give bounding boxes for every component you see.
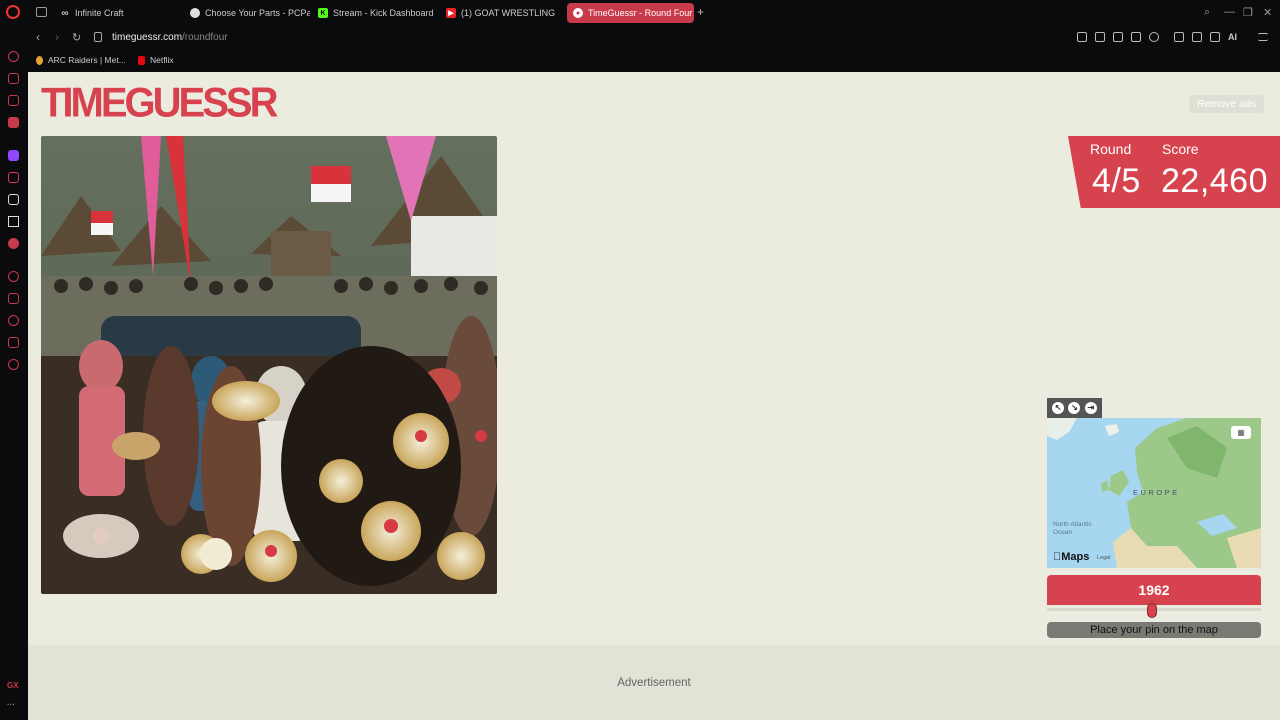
reload-icon[interactable]: ↻ (72, 31, 81, 44)
tab-label: Infinite Craft (75, 8, 124, 18)
bookmark-icon[interactable] (1095, 32, 1105, 42)
x-icon[interactable] (8, 216, 19, 227)
year-display: 1962 (1047, 575, 1261, 605)
timeguessr-page: TIMEGUESSR Remove ads Round 4/5 Score 22… (28, 72, 1280, 720)
address-bar: ‹ › ↻ timeguessr.com/roundfour AI (28, 26, 1280, 50)
wallet-icon[interactable] (1192, 32, 1202, 42)
advertisement-bar: Advertisement (28, 645, 1280, 720)
extensions-icon[interactable] (1174, 32, 1184, 42)
timeguessr-icon: ● (573, 8, 583, 18)
map-controls: ↖ ↘ ⇥ (1047, 398, 1102, 418)
advertisement-label: Advertisement (617, 676, 691, 689)
history-icon[interactable] (8, 315, 19, 326)
tab-label: TimeGuessr - Round Four (588, 8, 693, 18)
map-ocean-label: North Atlantic Ocean (1053, 521, 1092, 536)
menu-icon[interactable] (1258, 33, 1268, 41)
more-icon[interactable]: ··· (7, 700, 15, 709)
lock-icon (94, 32, 102, 42)
tab-bar: ∞ Infinite Craft Choose Your Parts - PCP… (0, 0, 1280, 26)
music-icon[interactable] (8, 238, 19, 249)
new-tab-button[interactable]: + (697, 6, 704, 18)
netflix-icon (138, 55, 145, 65)
player-icon[interactable] (8, 271, 19, 282)
tab-kick-dashboard[interactable]: K Stream - Kick Dashboard (312, 3, 438, 23)
bookmark-arc-raiders[interactable]: ARC Raiders | Met... (36, 55, 126, 65)
timeguessr-logo[interactable]: TIMEGUESSR (41, 81, 278, 125)
tab-overview-icon[interactable] (36, 7, 47, 17)
instagram-icon[interactable] (8, 172, 19, 183)
kick-icon: K (318, 8, 328, 18)
tab-infinite-craft[interactable]: ∞ Infinite Craft (54, 3, 182, 23)
play-icon[interactable] (1131, 32, 1141, 42)
minimize-icon[interactable]: — (1224, 6, 1235, 18)
pin-map-icon[interactable]: ⇥ (1084, 402, 1097, 414)
map-region-label: EUROPE (1133, 488, 1180, 497)
youtube-icon: ▶ (446, 8, 456, 18)
url-path: /roundfour (182, 32, 228, 43)
settings-icon[interactable] (8, 359, 19, 370)
download-icon[interactable] (1210, 32, 1220, 42)
map-legal-link[interactable]: Legal (1097, 555, 1110, 561)
maximize-icon[interactable]: ❐ (1243, 6, 1253, 19)
tab-pcpartpicker[interactable]: Choose Your Parts - PCPa (184, 3, 310, 23)
extensions-sidebar-icon[interactable] (8, 337, 19, 348)
guess-map[interactable]: ▦ EUROPE North Atlantic Ocean Maps Lega… (1047, 418, 1261, 568)
close-icon[interactable]: ✕ (1263, 6, 1272, 19)
bookmarks-bar: ARC Raiders | Met... Netflix (28, 50, 1280, 72)
score-label: Score (1162, 141, 1199, 157)
tab-timeguessr[interactable]: ● TimeGuessr - Round Four (567, 3, 694, 23)
score-value: 22,460 (1161, 162, 1268, 200)
tab-label: Stream - Kick Dashboard (333, 8, 434, 18)
shrink-map-icon[interactable]: ↘ (1068, 402, 1081, 414)
infinity-icon: ∞ (61, 7, 69, 19)
forward-icon[interactable]: › (55, 30, 59, 44)
tab-label: (1) GOAT WRESTLING!!! - (461, 8, 555, 18)
browser-sidebar: GX ··· (0, 26, 28, 720)
round-value: 4/5 (1092, 162, 1141, 200)
remove-ads-button[interactable]: Remove ads (1189, 95, 1264, 113)
search-tabs-icon[interactable]: ⌕ (1204, 6, 1210, 19)
back-icon[interactable]: ‹ (36, 30, 40, 44)
gx-control-label[interactable]: GX (7, 681, 19, 690)
place-pin-button[interactable]: Place your pin on the map (1047, 622, 1261, 638)
gaming-icon[interactable] (8, 95, 19, 106)
url-domain: timeguessr.com (112, 32, 183, 43)
bookmark-label: ARC Raiders | Met... (48, 55, 126, 65)
bookmark-netflix[interactable]: Netflix (138, 55, 174, 65)
arc-raiders-icon (36, 55, 43, 65)
year-slider-handle[interactable] (1147, 603, 1157, 618)
map-layers-button[interactable]: ▦ (1231, 426, 1251, 439)
round-label: Round (1090, 141, 1132, 157)
map-widget: ↖ ↘ ⇥ ▦ EUROPE North Atlantic Ocean Map… (1047, 398, 1261, 568)
maps-brand-text: Maps (1053, 551, 1089, 563)
heart-icon[interactable] (1149, 32, 1159, 42)
url-field[interactable]: timeguessr.com/roundfour (112, 32, 228, 43)
snapshot-icon[interactable] (1077, 32, 1087, 42)
gx-corner-icon[interactable] (8, 73, 19, 84)
twitch-icon[interactable] (8, 150, 19, 161)
tab-label: Choose Your Parts - PCPa (205, 8, 310, 18)
tiktok-icon[interactable] (8, 194, 19, 205)
shield-icon[interactable] (1113, 32, 1123, 42)
opera-logo-icon[interactable] (6, 5, 20, 19)
score-panel: Round 4/5 Score 22,460 (1068, 136, 1280, 208)
ai-button[interactable]: AI (1228, 32, 1237, 42)
speed-dial-icon[interactable] (8, 51, 19, 62)
tab-youtube[interactable]: ▶ (1) GOAT WRESTLING!!! - (440, 3, 555, 23)
pcpartpicker-icon (190, 8, 200, 18)
pinboard-icon[interactable] (8, 293, 19, 304)
crowd-photo-image (41, 136, 497, 594)
round-photo[interactable] (41, 136, 497, 594)
apple-maps-logo: Maps (1053, 551, 1089, 563)
mail-icon[interactable] (8, 117, 19, 128)
bookmark-label: Netflix (150, 55, 174, 65)
expand-map-icon[interactable]: ↖ (1052, 402, 1065, 414)
